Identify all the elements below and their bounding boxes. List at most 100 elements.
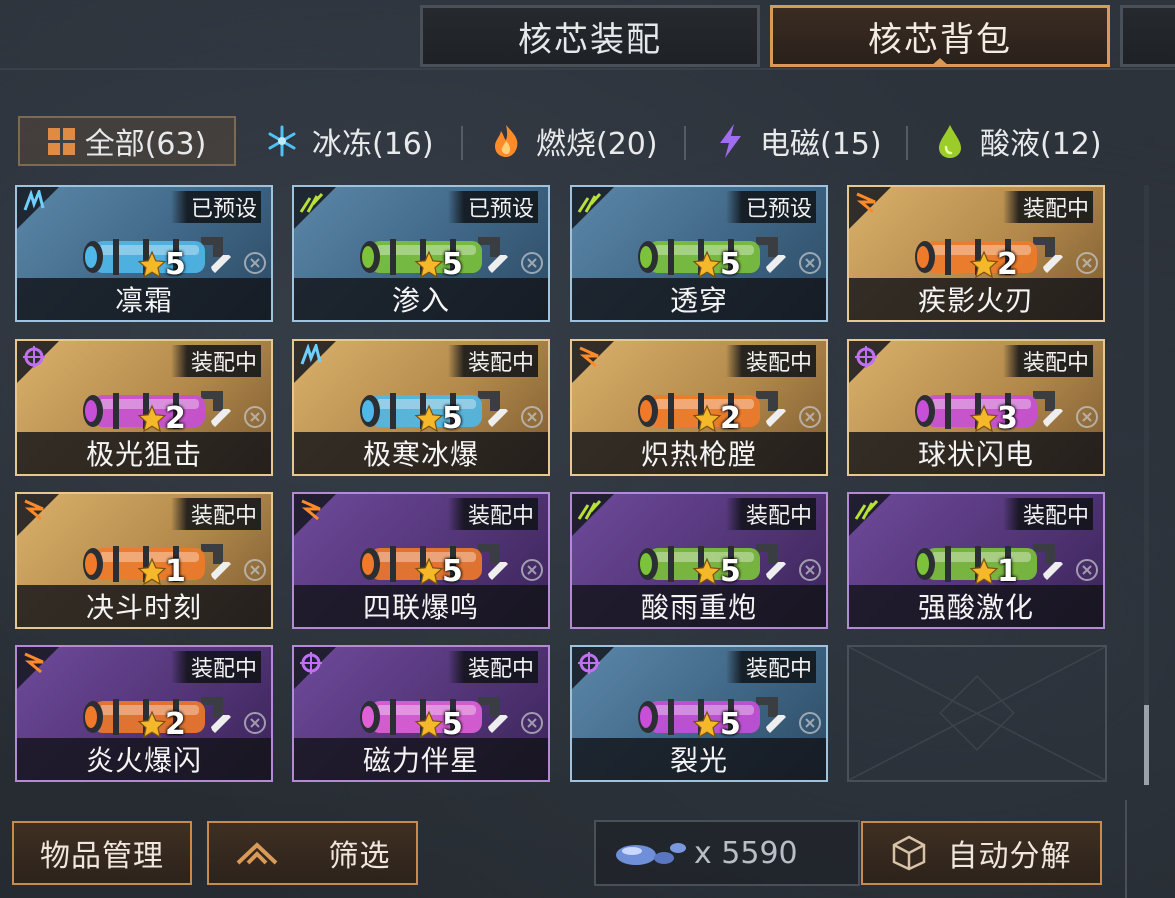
empty-slot	[847, 645, 1107, 782]
unequip-icon[interactable]	[243, 405, 267, 429]
unequip-icon[interactable]	[520, 711, 544, 735]
scrollbar-track[interactable]	[1144, 185, 1149, 785]
unequip-icon[interactable]	[243, 558, 267, 582]
core-card[interactable]: 装配中 5 极寒冰爆	[292, 339, 550, 476]
status-text: 装配中	[745, 504, 812, 529]
unequip-icon[interactable]	[1075, 251, 1099, 275]
status-badge: 装配中	[1002, 191, 1093, 223]
core-card[interactable]: 装配中 3 球状闪电	[847, 339, 1105, 476]
status-text: 已预设	[745, 197, 812, 222]
crystal-currency-icon	[614, 838, 688, 868]
electro-element-icon	[853, 344, 879, 370]
status-text: 装配中	[467, 351, 534, 376]
status-text: 装配中	[1022, 197, 1089, 222]
tab-more[interactable]	[1120, 5, 1175, 67]
core-name-bar: 决斗时刻	[17, 585, 271, 627]
filter-all[interactable]: 全部(63)	[18, 116, 236, 166]
currency-display: x 5590	[594, 820, 860, 886]
core-card[interactable]: 装配中 5 四联爆鸣	[292, 492, 550, 629]
divider	[0, 68, 1175, 70]
core-card[interactable]: 装配中 5 磁力伴星	[292, 645, 550, 782]
filter-fire[interactable]: 燃烧(20)	[488, 116, 658, 166]
rarity-indicator: 5	[414, 401, 463, 436]
core-card[interactable]: 已预设 5 透穿	[570, 185, 828, 322]
unequip-icon[interactable]	[1075, 558, 1099, 582]
core-name-bar: 炽热枪膛	[572, 432, 826, 474]
unequip-icon[interactable]	[1075, 405, 1099, 429]
core-card[interactable]: 装配中 2 炎火爆闪	[15, 645, 273, 782]
status-badge: 装配中	[725, 498, 816, 530]
ice-element-icon	[298, 341, 324, 370]
filter-label: 冰冻(16)	[312, 127, 434, 162]
rifle-icon	[486, 251, 510, 275]
filter-ice[interactable]: 冰冻(16)	[264, 116, 434, 166]
unequip-icon[interactable]	[798, 558, 822, 582]
core-name-bar: 酸雨重炮	[572, 585, 826, 627]
core-name-bar: 磁力伴星	[294, 738, 548, 780]
unequip-icon[interactable]	[520, 558, 544, 582]
core-card[interactable]: 装配中 5 裂光	[570, 645, 828, 782]
core-name: 酸雨重炮	[640, 591, 757, 624]
box-icon	[892, 835, 926, 871]
status-text: 装配中	[190, 504, 257, 529]
rifle-icon	[486, 711, 510, 735]
top-tab-bar: 核芯装配 核芯背包	[0, 0, 1175, 70]
star-icon	[414, 556, 444, 585]
tab-core-backpack[interactable]: 核芯背包	[770, 5, 1110, 67]
core-name-bar: 裂光	[572, 738, 826, 780]
filter-electro[interactable]: 电磁(15)	[712, 116, 882, 166]
rarity-number: 5	[165, 247, 186, 282]
status-text: 装配中	[745, 657, 812, 682]
star-icon	[969, 403, 999, 432]
core-name: 透穿	[669, 284, 728, 317]
core-name-bar: 球状闪电	[849, 432, 1103, 474]
lightning-icon	[712, 123, 748, 159]
unequip-icon[interactable]	[243, 711, 267, 735]
filter-label: 燃烧(20)	[536, 127, 658, 162]
core-card[interactable]: 装配中 1 决斗时刻	[15, 492, 273, 629]
rifle-icon	[1041, 251, 1065, 275]
rarity-indicator: 5	[414, 554, 463, 589]
core-card[interactable]: 已预设 5 凛霜	[15, 185, 273, 322]
core-card[interactable]: 装配中 2 极光狙击	[15, 339, 273, 476]
unequip-icon[interactable]	[520, 251, 544, 275]
core-card[interactable]: 装配中 2 疾影火刃	[847, 185, 1105, 322]
core-name-bar: 渗入	[294, 278, 548, 320]
unequip-icon[interactable]	[798, 251, 822, 275]
star-icon	[414, 709, 444, 738]
core-name: 凛霜	[114, 284, 173, 317]
core-name-bar: 透穿	[572, 278, 826, 320]
filter-button[interactable]: 筛选	[207, 821, 418, 885]
active-tab-indicator	[930, 58, 950, 67]
rifle-icon	[486, 405, 510, 429]
filter-label: 酸液(12)	[980, 127, 1102, 162]
unequip-icon[interactable]	[798, 711, 822, 735]
item-management-button[interactable]: 物品管理	[12, 821, 192, 885]
status-badge: 装配中	[725, 345, 816, 377]
rifle-icon	[209, 251, 233, 275]
unequip-icon[interactable]	[798, 405, 822, 429]
core-card[interactable]: 装配中 2 炽热枪膛	[570, 339, 828, 476]
acid-element-icon	[576, 190, 602, 216]
core-card[interactable]: 装配中 5 酸雨重炮	[570, 492, 828, 629]
tab-label: 核芯背包	[868, 19, 1012, 60]
rarity-indicator: 2	[137, 401, 186, 436]
rarity-indicator: 2	[969, 247, 1018, 282]
tab-core-assembly[interactable]: 核芯装配	[420, 5, 760, 67]
scrollbar-thumb[interactable]	[1144, 705, 1149, 785]
unequip-icon[interactable]	[243, 251, 267, 275]
unequip-icon[interactable]	[520, 405, 544, 429]
core-name-bar: 四联爆鸣	[294, 585, 548, 627]
rifle-icon	[209, 405, 233, 429]
core-name-bar: 凛霜	[17, 278, 271, 320]
element-filter-bar: 全部(63) 冰冻(16) 燃烧(20) 电磁(15) 酸液(12)	[18, 116, 1168, 166]
status-badge: 装配中	[170, 498, 261, 530]
rarity-number: 5	[442, 707, 463, 742]
rifle-icon	[1041, 558, 1065, 582]
filter-acid[interactable]: 酸液(12)	[932, 116, 1102, 166]
core-card[interactable]: 装配中 1 强酸激化	[847, 492, 1105, 629]
core-card[interactable]: 已预设 5 渗入	[292, 185, 550, 322]
star-icon	[137, 709, 167, 738]
auto-decompose-button[interactable]: 自动分解	[861, 821, 1102, 885]
core-name: 炽热枪膛	[640, 438, 757, 471]
